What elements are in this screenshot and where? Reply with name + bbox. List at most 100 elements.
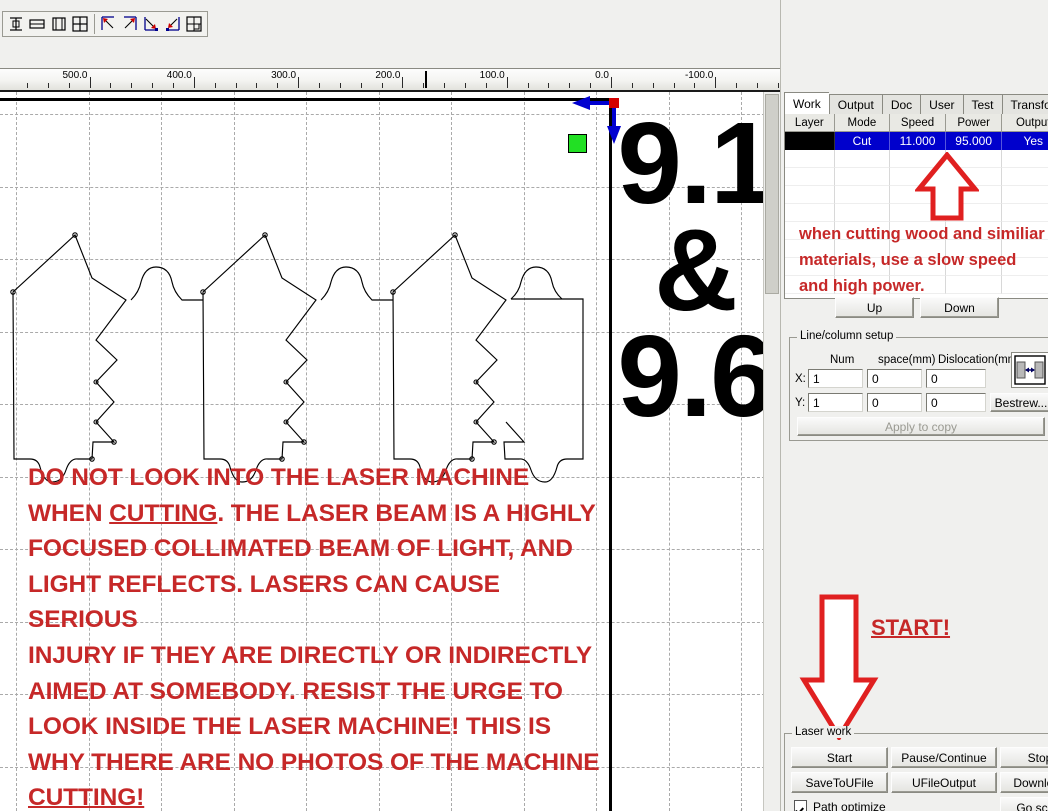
pause-continue-button[interactable]: Pause/Continue — [891, 747, 997, 768]
column-header-mode[interactable]: Mode — [834, 114, 891, 132]
rdworks-laser-software-window: 500.0 400.0 300.0 200.0 100.0 0.0 -100.0 — [0, 0, 1048, 811]
down-arrow-annotation — [799, 594, 879, 740]
same-width-icon[interactable] — [49, 13, 68, 35]
empty-cell — [834, 204, 891, 222]
ruler-minor-tick — [47, 83, 49, 88]
tab-test[interactable]: Test — [962, 94, 1002, 114]
align-bottom-left-icon[interactable] — [163, 13, 182, 35]
cell-power[interactable]: 95.000 — [945, 132, 1003, 150]
ruler-minor-tick — [777, 83, 779, 88]
stop-button[interactable]: Stop — [1000, 747, 1048, 768]
align-vertical-center-icon[interactable] — [6, 13, 25, 35]
ruler-minor-tick — [256, 83, 258, 88]
y-dislocation-input[interactable]: 0 — [926, 393, 986, 412]
empty-cell — [785, 186, 835, 204]
ruler-label: 200.0 — [375, 70, 401, 81]
layer-table-header: Layer Mode Speed Power Output — [785, 114, 1048, 132]
warning-line: FOCUSED COLLIMATED BEAM OF LIGHT, AND — [28, 535, 573, 563]
align-bottom-right-icon[interactable] — [142, 13, 161, 35]
table-row[interactable]: Cut 11.000 95.000 Yes — [785, 132, 1048, 150]
ruler-major-tick — [611, 77, 612, 88]
ruler-major-tick — [506, 77, 508, 88]
y-num-input[interactable]: 1 — [808, 393, 863, 412]
ruler-minor-tick — [381, 83, 383, 88]
horizontal-ruler[interactable]: 500.0 400.0 300.0 200.0 100.0 0.0 -100.0 — [0, 68, 780, 92]
x-space-input[interactable]: 0 — [867, 369, 922, 388]
laser-work-title: Laser work — [792, 726, 855, 738]
x-dislocation-input[interactable]: 0 — [926, 369, 986, 388]
cell-mode[interactable]: Cut — [834, 132, 891, 150]
y-axis-label: Y: — [795, 397, 806, 409]
ruler-minor-tick — [26, 83, 28, 88]
align-top-right-icon[interactable] — [120, 13, 139, 35]
cutting-advice-annotation: when cutting wood and similiar materials… — [799, 225, 1045, 295]
tab-user[interactable]: User — [920, 94, 963, 114]
ruler-minor-tick — [631, 83, 633, 88]
ruler-minor-tick — [277, 83, 279, 88]
save-to-ufile-button[interactable]: SaveToUFile — [791, 772, 888, 793]
move-up-button[interactable]: Up — [835, 297, 914, 318]
num-column-label: Num — [830, 354, 855, 366]
column-header-layer[interactable]: Layer — [785, 114, 835, 132]
ruler-minor-tick — [68, 83, 70, 88]
ruler-minor-tick — [152, 83, 154, 88]
ruler-major-tick — [715, 77, 717, 88]
empty-cell — [1002, 168, 1048, 186]
ruler-major-tick — [402, 77, 404, 88]
align-center-icon[interactable] — [185, 13, 204, 35]
ruler-minor-tick — [339, 83, 341, 88]
ruler-minor-tick — [736, 83, 738, 88]
ruler-label: -100.0 — [684, 70, 714, 81]
align-horizontal-center-icon[interactable] — [27, 13, 46, 35]
design-canvas[interactable]: 9.1 & 9.6 DO NOT LOOK INTO THE LASER MAC… — [0, 92, 780, 811]
ruler-minor-tick — [694, 83, 696, 88]
space-column-label: space(mm) — [878, 354, 936, 366]
green-position-square[interactable] — [568, 134, 587, 153]
move-down-button[interactable]: Down — [920, 297, 999, 318]
start-button[interactable]: Start — [791, 747, 888, 768]
empty-cell — [834, 186, 891, 204]
vertical-scroll-thumb[interactable] — [765, 94, 779, 294]
line-column-setup-title: Line/column setup — [797, 330, 897, 342]
empty-cell — [834, 150, 891, 168]
x-num-input[interactable]: 1 — [808, 369, 863, 388]
laser-work-group: Laser work Start Pause/Continue Stop Sav… — [784, 726, 1048, 811]
apply-to-copy-button[interactable]: Apply to copy — [797, 417, 1045, 436]
warning-line: WHEN CUTTING. THE LASER BEAM IS A HIGHLY — [28, 499, 596, 527]
canvas-vertical-scrollbar[interactable] — [763, 92, 780, 811]
column-header-output[interactable]: Output — [1002, 114, 1048, 132]
ruler-cursor-marker — [425, 71, 427, 88]
warning-line: DO NOT LOOK INTO THE LASER MACHINE — [28, 464, 530, 491]
go-scale-button[interactable]: Go scale — [1000, 797, 1048, 811]
ruler-minor-tick — [214, 83, 216, 88]
ruler-minor-tick — [590, 83, 592, 88]
ruler-minor-tick — [318, 83, 320, 88]
ufile-output-button[interactable]: UFileOutput — [891, 772, 997, 793]
tab-doc[interactable]: Doc — [881, 94, 921, 114]
ruler-label: 400.0 — [166, 70, 192, 81]
tab-output[interactable]: Output — [828, 94, 882, 114]
ruler-minor-tick — [172, 83, 174, 88]
cell-output[interactable]: Yes — [1002, 132, 1048, 150]
same-size-icon[interactable] — [70, 13, 89, 35]
y-space-input[interactable]: 0 — [867, 393, 922, 412]
column-header-power[interactable]: Power — [945, 114, 1003, 132]
empty-cell — [785, 168, 835, 186]
ruler-major-tick — [298, 77, 300, 88]
download-button[interactable]: Download — [1000, 772, 1048, 793]
cell-speed[interactable]: 11.000 — [890, 132, 946, 150]
column-header-speed[interactable]: Speed — [890, 114, 946, 132]
tab-work[interactable]: Work — [784, 92, 829, 114]
layer-color-swatch[interactable] — [785, 132, 835, 150]
dislocation-column-label: Dislocation(mm) — [938, 354, 1022, 366]
ruler-major-tick — [193, 77, 195, 88]
path-optimize-checkbox[interactable] — [794, 800, 807, 811]
ruler-minor-tick — [110, 83, 112, 88]
ruler-minor-tick — [131, 83, 133, 88]
ruler-label: 100.0 — [479, 70, 505, 81]
bestrew-button[interactable]: Bestrew... — [990, 393, 1048, 412]
ruler-minor-tick — [548, 83, 550, 88]
align-top-left-icon[interactable] — [99, 13, 118, 35]
warning-line: LIGHT REFLECTS. LASERS CAN CAUSE SERIOUS — [28, 570, 500, 634]
tab-transform[interactable]: Transform — [1001, 94, 1048, 114]
